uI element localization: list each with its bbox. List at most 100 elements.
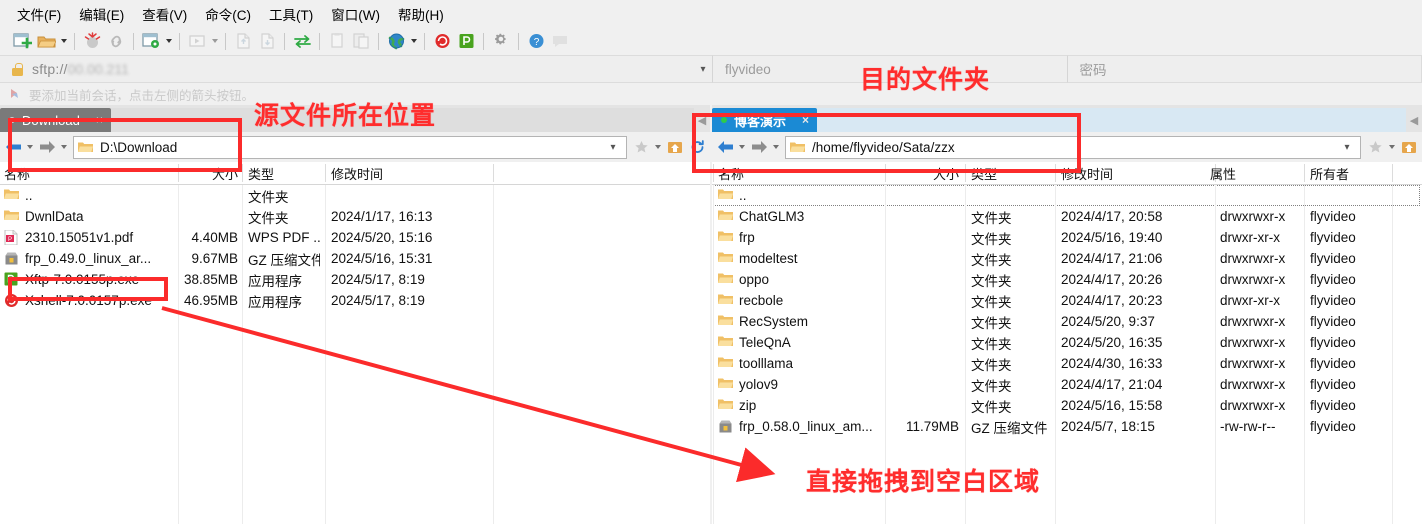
disconnect-icon[interactable]	[80, 29, 104, 53]
local-path-dropdown-caret[interactable]: ▾	[604, 142, 622, 153]
transfer-dropdown-caret[interactable]	[209, 29, 220, 53]
globe-dropdown-caret[interactable]	[408, 29, 419, 53]
remote-vsep-4	[1215, 185, 1216, 524]
remote-path-dropdown-caret[interactable]: ▾	[1338, 142, 1356, 153]
cell-modified: 2024/1/17, 16:13	[331, 209, 433, 224]
cell-modified: 2024/4/17, 20:23	[1061, 293, 1163, 308]
table-row[interactable]: oppo 文件夹 2024/4/17, 20:26 drwxrwxr-x flyvide…	[712, 269, 1422, 290]
session-manager-icon[interactable]	[139, 29, 163, 53]
table-row[interactable]: ChatGLM3 文件夹 2024/4/17, 20:58 drwxrwxr-x fly…	[712, 206, 1422, 227]
table-row[interactable]: zip 文件夹 2024/5/16, 15:58 drwxrwxr-x flyvideo	[712, 395, 1422, 416]
cell-attributes: -rw-rw-r--	[1220, 419, 1276, 434]
menu-window[interactable]: 窗口(W)	[322, 2, 389, 26]
menu-file[interactable]: 文件(F)	[8, 2, 70, 26]
menu-view[interactable]: 查看(V)	[133, 2, 196, 26]
folder-icon	[718, 209, 734, 225]
remote-bookmark-dropdown-caret[interactable]	[1386, 134, 1398, 160]
table-row[interactable]: RecSystem 文件夹 2024/5/20, 9:37 drwxrwxr-x fly…	[712, 311, 1422, 332]
table-row[interactable]: toolllama 文件夹 2024/4/30, 16:33 drwxrwxr-x fl…	[712, 353, 1422, 374]
help-icon[interactable]: ?	[524, 29, 548, 53]
table-row[interactable]: ..	[712, 185, 1422, 206]
remote-tabstrip-scroll-left-icon[interactable]: ◀	[1406, 108, 1422, 132]
copy-icon[interactable]	[325, 29, 349, 53]
folder-icon	[718, 356, 734, 372]
remote-bookmark-icon[interactable]	[1364, 134, 1386, 160]
remote-col-owner[interactable]: 所有者	[1310, 162, 1394, 184]
source-annotation-label: 源文件所在位置	[254, 102, 437, 130]
open-folder-icon[interactable]	[34, 29, 58, 53]
cell-name: frp	[718, 227, 882, 248]
cell-attributes: drwxrwxr-x	[1220, 209, 1286, 224]
remote-hsep-5[interactable]	[1304, 164, 1305, 182]
paste-icon[interactable]	[349, 29, 373, 53]
new-session-icon[interactable]	[10, 29, 34, 53]
cell-modified: 2024/4/17, 21:04	[1061, 377, 1163, 392]
xftp-icon[interactable]	[454, 29, 478, 53]
local-hsep-4[interactable]	[493, 164, 494, 182]
cell-modified: 2024/5/7, 18:15	[1061, 419, 1155, 434]
local-hsep-3[interactable]	[325, 164, 326, 182]
remote-vsep-5	[1304, 185, 1305, 524]
cell-text: RecSystem	[739, 314, 809, 329]
sync-icon[interactable]	[290, 29, 314, 53]
table-row[interactable]: .. 文件夹	[0, 185, 710, 206]
remote-col-attributes[interactable]: 属性	[1210, 162, 1294, 184]
upload-icon[interactable]	[231, 29, 255, 53]
table-row[interactable]: recbole 文件夹 2024/4/17, 20:23 drwxr-xr-x flyv…	[712, 290, 1422, 311]
xshell-icon[interactable]	[430, 29, 454, 53]
url-dropdown-caret[interactable]: ▾	[694, 64, 712, 75]
table-row[interactable]: yolov9 文件夹 2024/4/17, 21:04 drwxrwxr-x flyvi…	[712, 374, 1422, 395]
toolbar-separator	[74, 32, 75, 50]
local-bookmark-icon[interactable]	[630, 134, 652, 160]
menu-help[interactable]: 帮助(H)	[389, 2, 453, 26]
globe-icon[interactable]	[384, 29, 408, 53]
folder-icon	[718, 188, 734, 204]
password-field[interactable]: 密码	[1066, 55, 1422, 83]
cell-size	[182, 185, 238, 206]
local-hsep-2[interactable]	[242, 164, 243, 182]
local-vsep-4	[493, 185, 494, 524]
menu-tools[interactable]: 工具(T)	[260, 2, 322, 26]
local-bookmark-dropdown-caret[interactable]	[652, 134, 664, 160]
local-file-list[interactable]: .. 文件夹 DwnlData 文件夹 2024/1/17, 16:13 P 2310.15…	[0, 185, 710, 524]
cell-text: TeleQnA	[739, 335, 791, 350]
toolbar-separator	[483, 32, 484, 50]
cell-size: 9.67MB	[191, 251, 238, 266]
cell-type: 文件夹	[971, 315, 1012, 331]
table-row[interactable]: TeleQnA 文件夹 2024/5/20, 16:35 drwxrwxr-x flyv…	[712, 332, 1422, 353]
table-row[interactable]: P 2310.15051v1.pdf 4.40MB WPS PDF ... 2024/5…	[0, 227, 710, 248]
remote-vsep-3	[1055, 185, 1056, 524]
sftp-url-field[interactable]: sftp:// 00.00.211 ▾	[0, 55, 712, 83]
session-dropdown-caret[interactable]	[163, 29, 174, 53]
table-row[interactable]: modeltest 文件夹 2024/4/17, 21:06 drwxrwxr-x fl…	[712, 248, 1422, 269]
cell-type: 文件夹	[248, 189, 289, 205]
download-icon[interactable]	[255, 29, 279, 53]
local-col-modified[interactable]: 修改时间	[331, 162, 491, 184]
open-dropdown-caret[interactable]	[58, 29, 69, 53]
gear-icon[interactable]	[489, 29, 513, 53]
table-row[interactable]: DwnlData 文件夹 2024/1/17, 16:13	[0, 206, 710, 227]
cell-type: 文件夹	[971, 210, 1012, 226]
arrow-hint-icon	[10, 88, 23, 100]
table-row[interactable]: frp 文件夹 2024/5/16, 19:40 drwxr-xr-x flyvideo	[712, 227, 1422, 248]
feedback-icon[interactable]	[548, 29, 572, 53]
remote-home-icon[interactable]	[1398, 134, 1420, 160]
cell-name: RecSystem	[718, 311, 882, 332]
cell-name: yolov9	[718, 374, 882, 395]
cell-type: 文件夹	[971, 252, 1012, 268]
menu-command[interactable]: 命令(C)	[196, 2, 260, 26]
local-col-type[interactable]: 类型	[248, 162, 320, 184]
table-row[interactable]: frp_0.49.0_linux_ar... 9.67MB GZ 压缩文件 2024/…	[0, 248, 710, 269]
cell-type: 文件夹	[971, 273, 1012, 289]
destination-highlight-box	[692, 113, 1081, 173]
table-row[interactable]: frp_0.58.0_linux_am... 11.79MB GZ 压缩文件 2024…	[712, 416, 1422, 437]
menu-edit[interactable]: 编辑(E)	[70, 2, 133, 26]
cell-type: 文件夹	[971, 378, 1012, 394]
local-home-icon[interactable]	[664, 134, 686, 160]
remote-col-modified[interactable]: 修改时间	[1061, 162, 1211, 184]
cell-owner: flyvideo	[1310, 230, 1356, 245]
archive-icon	[718, 419, 734, 435]
cell-size	[891, 353, 959, 374]
transfer-queue-icon[interactable]	[185, 29, 209, 53]
link-icon[interactable]	[104, 29, 128, 53]
